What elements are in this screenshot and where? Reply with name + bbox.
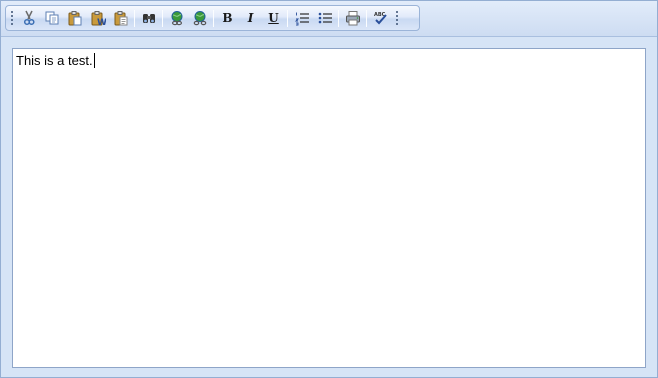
find-button[interactable] xyxy=(137,7,160,29)
toolbar-separator xyxy=(287,9,288,27)
globe-unlink-icon xyxy=(193,11,206,26)
toolbar-separator xyxy=(134,9,135,27)
paste-from-word-button[interactable]: W xyxy=(86,7,109,29)
copy-button[interactable] xyxy=(40,7,63,29)
editor-text[interactable]: This is a test. xyxy=(16,53,93,68)
toolbar-end-handle[interactable] xyxy=(395,10,399,26)
ordered-list-icon xyxy=(294,12,309,26)
paste-button[interactable] xyxy=(63,7,86,29)
paste-plain-text-button[interactable] xyxy=(109,7,132,29)
spell-check-button[interactable]: ABC xyxy=(369,7,392,29)
binoculars-icon xyxy=(142,14,155,23)
remove-link-button[interactable] xyxy=(188,7,211,29)
italic-button[interactable]: I xyxy=(239,7,262,29)
scissors-icon xyxy=(23,10,35,26)
editor-toolbar: W B I U ABC xyxy=(5,5,420,31)
printer-icon xyxy=(345,11,360,26)
paste-word-icon: W xyxy=(91,11,106,26)
toolbar-separator xyxy=(213,9,214,27)
toolbar-separator xyxy=(366,9,367,27)
toolbar-band: W B I U ABC xyxy=(1,1,657,37)
bulleted-list-button[interactable] xyxy=(313,7,336,29)
bold-button[interactable]: B xyxy=(216,7,239,29)
insert-link-button[interactable] xyxy=(165,7,188,29)
copy-icon xyxy=(45,11,58,25)
text-caret xyxy=(93,53,95,68)
globe-link-icon xyxy=(171,11,182,26)
toolbar-separator xyxy=(338,9,339,27)
bullet-list-icon xyxy=(318,12,332,24)
spellcheck-icon: ABC xyxy=(374,12,387,25)
numbered-list-button[interactable] xyxy=(290,7,313,29)
italic-label: I xyxy=(247,11,254,25)
cut-button[interactable] xyxy=(17,7,40,29)
paste-icon xyxy=(68,11,81,26)
print-button[interactable] xyxy=(341,7,364,29)
underline-button[interactable]: U xyxy=(262,7,285,29)
underline-label: U xyxy=(268,11,279,25)
rich-text-editor: W B I U ABC This is a test. xyxy=(0,0,658,378)
svg-text:W: W xyxy=(97,18,106,26)
bold-label: B xyxy=(222,11,233,25)
editor-content-area[interactable]: This is a test. xyxy=(12,48,646,368)
toolbar-grip-handle[interactable] xyxy=(10,10,14,26)
paste-plain-icon xyxy=(114,11,127,26)
toolbar-separator xyxy=(162,9,163,27)
